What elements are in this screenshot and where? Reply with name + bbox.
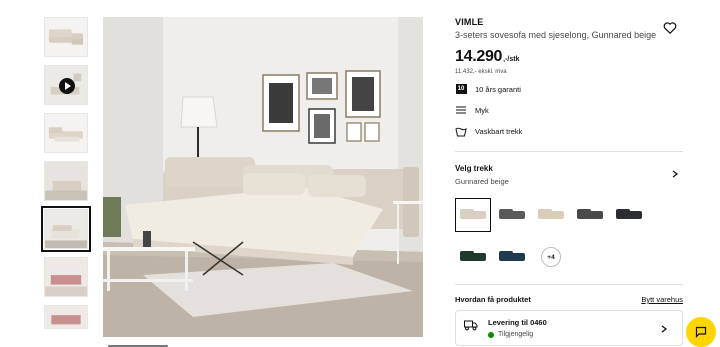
feature-label: 10 års garanti [475, 84, 521, 94]
thumbnail-7[interactable] [44, 305, 88, 329]
delivery-title: Levering til 0460 [488, 318, 547, 327]
thumbnail-4[interactable] [44, 161, 88, 201]
swatch-2[interactable] [494, 198, 530, 232]
thumbnail-3[interactable] [44, 113, 88, 153]
thumbnail-6[interactable] [44, 257, 88, 297]
delivery-option[interactable]: Levering til 0460 Tilgjengelig [455, 310, 683, 346]
delivery-heading: Hvordan få produktet [455, 295, 531, 304]
delivery-status: Tilgjengelig [488, 331, 682, 338]
more-swatches-button[interactable]: +4 [541, 247, 561, 267]
chat-button[interactable] [686, 317, 716, 347]
feature-washable: Vaskbart trekk [455, 125, 683, 137]
warranty-badge: 10 [455, 84, 467, 94]
warranty-10-icon: 10 [455, 83, 467, 95]
swatch-6[interactable] [455, 240, 491, 274]
thumbnail-list [41, 17, 91, 337]
product-page: VIMLE 3-seters sovesofa med sjeselong, G… [0, 0, 720, 347]
selected-cover: Gunnared beige [455, 177, 509, 186]
feature-warranty: 10 10 års garanti [455, 83, 683, 95]
truck-icon [464, 320, 478, 331]
choose-cover-button[interactable]: Velg trekk Gunnared beige [455, 164, 683, 186]
divider [455, 151, 683, 152]
feature-softness: Myk [455, 104, 683, 116]
swatch-3[interactable] [533, 198, 569, 232]
product-info: VIMLE 3-seters sovesofa med sjeselong, G… [455, 17, 683, 346]
choose-cover-title: Velg trekk [455, 164, 493, 173]
price-unit: ,-/stk [503, 56, 520, 63]
feature-label: Vaskbart trekk [475, 126, 523, 136]
swatch-7[interactable] [494, 240, 530, 274]
change-store-link[interactable]: Bytt varehus [641, 295, 683, 304]
thumbnail-5-selected[interactable] [41, 206, 91, 252]
product-description: 3-seters sovesofa med sjeselong, Gunnare… [455, 30, 657, 40]
cover-swatches: +4 [455, 198, 683, 274]
swatch-4[interactable] [572, 198, 608, 232]
price: 14.290 ,-/stk [455, 48, 683, 66]
softness-icon [455, 104, 467, 116]
price-ex-vat: 11.432,- ekskl. mva [455, 69, 507, 75]
thumbnail-2-video[interactable] [44, 65, 88, 105]
thumbnail-1[interactable] [44, 17, 88, 57]
price-value: 14.290 [455, 48, 503, 65]
chevron-right-icon [672, 170, 679, 178]
swatch-gunnared-beige-selected[interactable] [455, 198, 491, 232]
swatch-5[interactable] [611, 198, 647, 232]
divider [455, 284, 683, 285]
play-icon [59, 78, 75, 94]
chevron-right-icon [661, 325, 668, 333]
availability-dot [488, 331, 494, 338]
main-product-image[interactable] [103, 17, 423, 337]
product-name: VIMLE [455, 17, 484, 27]
delivery-status-label: Tilgjengelig [498, 331, 534, 338]
delivery-header: Hvordan få produktet Bytt varehus [455, 295, 683, 304]
chat-icon [695, 326, 707, 338]
washable-icon [455, 125, 467, 137]
feature-label: Myk [475, 105, 489, 115]
heart-icon[interactable] [663, 21, 677, 35]
